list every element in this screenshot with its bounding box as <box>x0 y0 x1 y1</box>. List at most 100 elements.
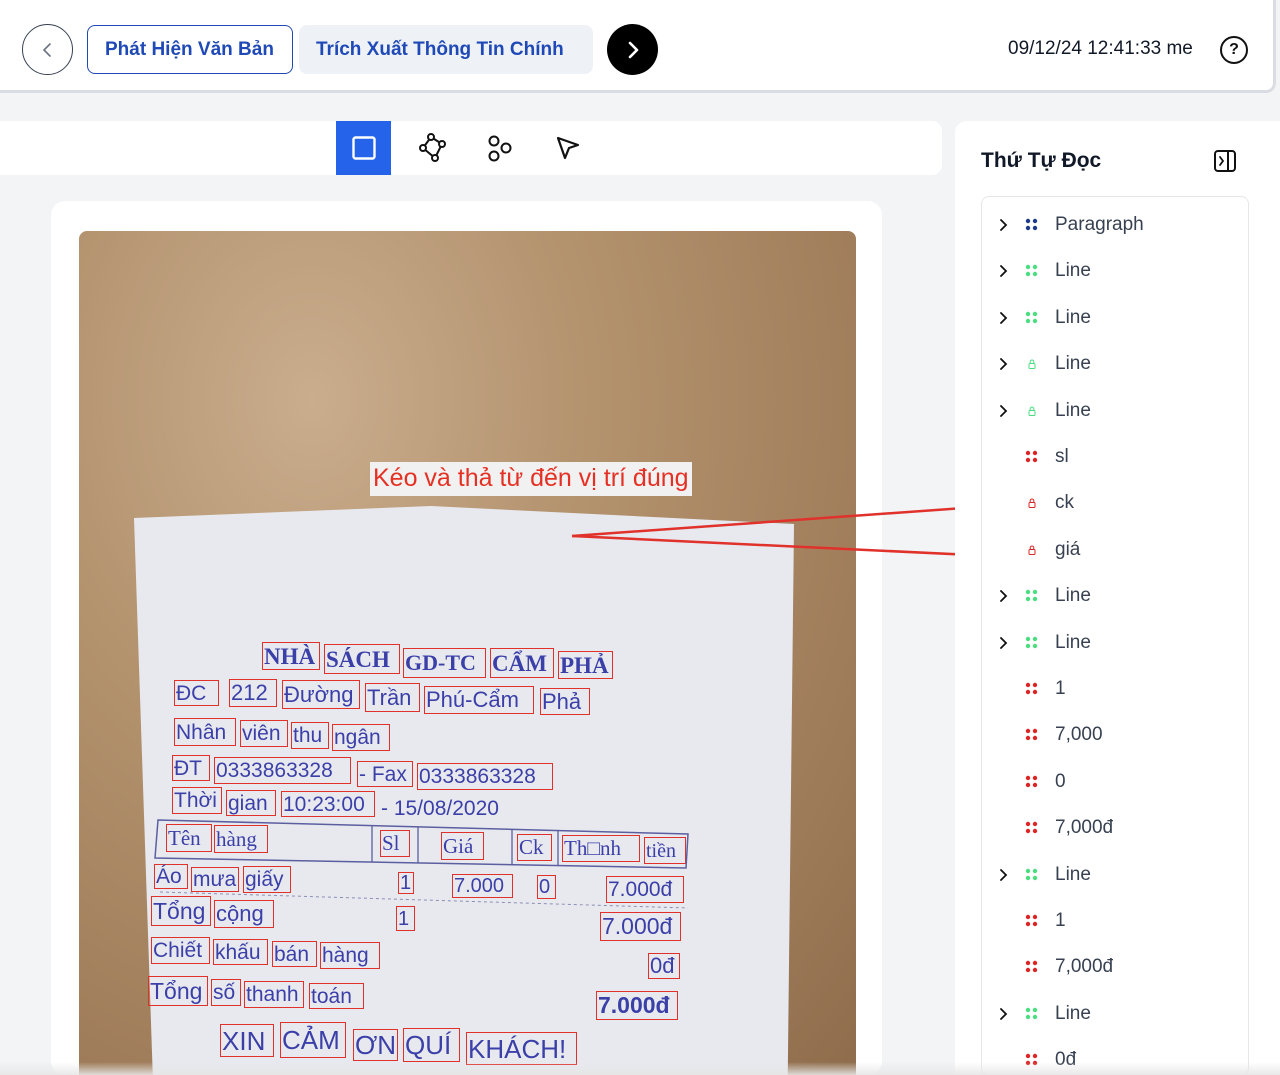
reading-order-item[interactable]: Line <box>982 349 1248 379</box>
ocr-word-box[interactable]: bán <box>272 941 317 967</box>
ocr-word-box[interactable]: CẨM <box>490 648 554 678</box>
ocr-word-box[interactable]: - 15/08/2020 <box>380 795 514 822</box>
ocr-word-box[interactable]: số <box>211 979 241 1006</box>
reading-order-item[interactable]: 1 <box>982 674 1248 704</box>
ocr-word-box[interactable]: 7.000đ <box>600 912 681 941</box>
ocr-word-box[interactable]: gian <box>226 790 276 816</box>
drag-handle-icon[interactable] <box>1024 263 1040 279</box>
chevron-right-icon[interactable] <box>998 219 1010 231</box>
ocr-word-box[interactable]: 0 <box>537 875 556 899</box>
drag-handle-icon[interactable] <box>1024 635 1040 651</box>
chevron-right-icon[interactable] <box>998 311 1010 324</box>
reading-order-item[interactable]: Line <box>982 860 1248 890</box>
ocr-word-box[interactable]: NHÀ <box>262 642 320 670</box>
chevron-right-icon[interactable] <box>998 590 1010 603</box>
chevron-right-icon[interactable] <box>998 868 1010 881</box>
ocr-word-box[interactable]: Th□nh <box>562 835 640 862</box>
ocr-word-box[interactable]: 1 <box>396 906 415 931</box>
back-button[interactable] <box>22 24 73 75</box>
ocr-word-box[interactable]: 0đ <box>648 953 680 979</box>
drag-handle-icon[interactable] <box>1024 1006 1040 1022</box>
ocr-word-box[interactable]: 7.000đ <box>606 876 684 903</box>
ocr-word-box[interactable]: thu <box>291 722 329 749</box>
ocr-word-box[interactable]: 212 <box>229 679 277 707</box>
ocr-word-box[interactable]: Thời <box>172 787 222 814</box>
polygon-tool[interactable] <box>404 121 459 175</box>
ocr-word-box[interactable]: GD-TC <box>403 648 486 678</box>
drag-handle-icon[interactable] <box>1024 867 1040 883</box>
drag-handle-icon[interactable] <box>1024 310 1040 326</box>
step-text-detection[interactable]: Phát Hiện Văn Bản <box>87 25 293 74</box>
reading-order-item[interactable]: Line <box>982 256 1248 286</box>
chevron-right-icon[interactable] <box>998 1007 1010 1020</box>
ocr-word-box[interactable]: Áo <box>154 864 188 889</box>
drag-handle-icon[interactable] <box>1024 449 1040 465</box>
ocr-word-box[interactable]: tiền <box>644 837 686 864</box>
ocr-word-box[interactable]: Sl <box>380 830 410 857</box>
ocr-word-box[interactable]: - Fax <box>357 761 413 787</box>
ocr-word-box[interactable]: Tổng <box>148 976 208 1006</box>
ocr-word-box[interactable]: Giá <box>441 832 484 860</box>
drag-handle-icon[interactable] <box>1024 774 1040 790</box>
reading-order-item[interactable]: Line <box>982 303 1248 333</box>
reading-order-item[interactable]: Line <box>982 396 1248 426</box>
ocr-word-box[interactable]: CẢM <box>280 1022 346 1058</box>
ocr-word-box[interactable]: SÁCH <box>324 644 400 674</box>
drag-handle-icon[interactable] <box>1024 820 1040 836</box>
ocr-word-box[interactable]: ƠN <box>353 1029 398 1061</box>
drag-handle-icon[interactable] <box>1024 681 1040 697</box>
ocr-word-box[interactable]: cộng <box>214 900 274 928</box>
drag-handle-icon[interactable] <box>1024 588 1040 604</box>
reading-order-item[interactable]: 7,000đ <box>982 813 1248 843</box>
ocr-word-box[interactable]: KHÁCH! <box>466 1032 577 1065</box>
ocr-word-box[interactable]: ĐT <box>172 755 210 781</box>
next-button[interactable] <box>607 24 658 75</box>
ocr-word-box[interactable]: Phả <box>540 688 590 715</box>
ocr-word-box[interactable]: toán <box>309 983 364 1009</box>
select-tool[interactable] <box>540 121 595 175</box>
ocr-word-box[interactable]: Ck <box>517 834 552 861</box>
ocr-word-box[interactable]: thanh <box>244 981 304 1008</box>
rectangle-tool[interactable] <box>336 121 391 175</box>
ocr-word-box[interactable]: 1 <box>398 872 414 894</box>
ocr-word-box[interactable]: Nhân <box>174 718 236 746</box>
ocr-word-box[interactable]: 7.000 <box>452 874 513 898</box>
ocr-word-box[interactable]: ĐC <box>174 680 219 706</box>
ocr-word-box[interactable]: hàng <box>320 942 380 969</box>
ocr-word-box[interactable]: mưa <box>191 867 239 892</box>
reading-order-item[interactable]: giá <box>982 535 1248 565</box>
ocr-word-box[interactable]: Chiết <box>151 937 210 964</box>
reading-order-item[interactable]: 7,000đ <box>982 952 1248 982</box>
ocr-word-box[interactable]: khấu <box>213 939 268 965</box>
ocr-word-box[interactable]: XIN <box>220 1024 274 1057</box>
reading-order-item[interactable]: Paragraph <box>982 210 1248 240</box>
ocr-word-box[interactable]: Đường <box>282 680 360 709</box>
ocr-word-box[interactable]: Tên <box>166 824 212 852</box>
help-button[interactable]: ? <box>1220 36 1248 64</box>
ocr-word-box[interactable]: 7.000đ <box>596 991 678 1020</box>
ocr-word-box[interactable]: viên <box>240 720 288 747</box>
drag-handle-icon[interactable] <box>1024 727 1040 743</box>
reading-order-item[interactable]: sl <box>982 442 1248 472</box>
chevron-right-icon[interactable] <box>998 404 1010 417</box>
chevron-right-icon[interactable] <box>998 636 1010 649</box>
reading-order-item[interactable]: 1 <box>982 906 1248 936</box>
chevron-right-icon[interactable] <box>998 265 1010 278</box>
ocr-word-box[interactable]: Trần <box>365 683 420 712</box>
ocr-word-box[interactable]: PHẢ <box>558 651 613 679</box>
ocr-word-box[interactable]: Phú-Cẩm <box>424 686 534 714</box>
reading-order-item[interactable]: 0 <box>982 767 1248 797</box>
drag-handle-icon[interactable] <box>1024 959 1040 975</box>
ocr-word-box[interactable]: Tổng <box>151 896 211 926</box>
ocr-word-box[interactable]: 0333863328 <box>417 763 553 790</box>
chevron-right-icon[interactable] <box>998 358 1010 371</box>
ocr-word-box[interactable]: giấy <box>243 866 291 893</box>
ocr-word-box[interactable]: ngân <box>332 724 390 751</box>
ocr-word-box[interactable]: QUÍ <box>403 1028 460 1062</box>
reading-order-item[interactable]: Line <box>982 581 1248 611</box>
ocr-word-box[interactable]: 10:23:00 <box>281 791 375 817</box>
panel-collapse-button[interactable] <box>1213 149 1236 172</box>
step-key-info-extraction[interactable]: Trích Xuất Thông Tin Chính <box>299 25 593 74</box>
reading-order-item[interactable]: 7,000 <box>982 720 1248 750</box>
ocr-word-box[interactable]: 0333863328 <box>214 757 351 784</box>
